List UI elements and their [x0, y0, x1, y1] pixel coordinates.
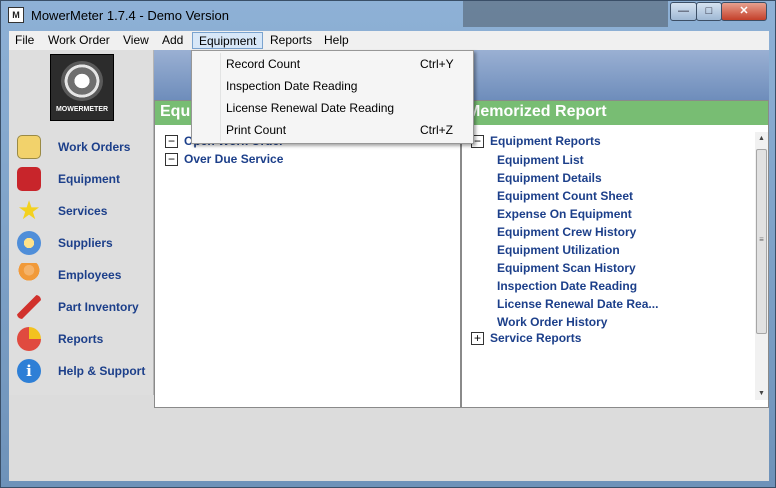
- sidebar-item-help-support[interactable]: i Help & Support: [9, 357, 153, 387]
- report-item[interactable]: Equipment List: [497, 153, 584, 167]
- menu-file[interactable]: File: [9, 32, 40, 49]
- report-item[interactable]: Inspection Date Reading: [497, 279, 637, 293]
- app-icon[interactable]: M: [8, 7, 24, 23]
- report-item[interactable]: Equipment Scan History: [497, 261, 636, 275]
- vertical-scrollbar[interactable]: ▲ ≡ ▼: [755, 132, 768, 400]
- tree-group-service-reports[interactable]: Service Reports: [490, 331, 581, 345]
- sidebar-item-label: Help & Support: [58, 364, 146, 378]
- mowermeter-logo: MOWERMETER: [50, 54, 114, 121]
- menu-item-label: Inspection Date Reading: [226, 79, 358, 93]
- sidebar-item-employees[interactable]: Employees: [9, 261, 153, 291]
- menu-item-shortcut: Ctrl+Z: [420, 123, 453, 137]
- report-item[interactable]: Expense On Equipment: [497, 207, 632, 221]
- menu-item-label: Print Count: [226, 123, 287, 137]
- right-pane-title: Memorized Report: [462, 101, 768, 125]
- toolbox-icon: [17, 167, 41, 191]
- watermark: [463, 1, 668, 27]
- info-icon: i: [17, 359, 41, 383]
- menu-item-record-count[interactable]: Record Count Ctrl+Y: [194, 53, 471, 75]
- people-icon: [17, 263, 41, 287]
- sidebar-item-suppliers[interactable]: Suppliers: [9, 229, 153, 259]
- sidebar-item-reports[interactable]: Reports: [9, 325, 153, 355]
- menu-add[interactable]: Add: [156, 32, 189, 49]
- sidebar-item-part-inventory[interactable]: Part Inventory: [9, 293, 153, 323]
- title-bar[interactable]: M MowerMeter 1.7.4 - Demo Version — □ ✕: [1, 1, 775, 31]
- menu-bar: File Work Order View Add Equipment Repor…: [9, 31, 769, 50]
- menu-item-inspection-date-reading[interactable]: Inspection Date Reading: [194, 75, 471, 97]
- menu-reports[interactable]: Reports: [264, 32, 318, 49]
- report-item[interactable]: Equipment Details: [497, 171, 602, 185]
- wrench-icon: [17, 295, 41, 319]
- report-item[interactable]: Equipment Count Sheet: [497, 189, 633, 203]
- close-button[interactable]: ✕: [721, 2, 767, 21]
- report-item[interactable]: Equipment Crew History: [497, 225, 636, 239]
- menu-item-label: License Renewal Date Reading: [226, 101, 395, 115]
- sidebar-item-label: Part Inventory: [58, 300, 139, 314]
- collapse-toggle[interactable]: −: [165, 153, 178, 166]
- expand-toggle[interactable]: +: [471, 332, 484, 345]
- sidebar: MOWERMETER Work Orders Equipment ★ Servi…: [9, 50, 154, 395]
- pie-chart-icon: [17, 327, 41, 351]
- sidebar-item-services[interactable]: ★ Services: [9, 197, 153, 227]
- left-pane: Equi − Open Work Order − Over Due Servic…: [154, 100, 461, 408]
- clipboard-icon: [17, 135, 41, 159]
- maximize-button[interactable]: □: [696, 2, 722, 21]
- tree-group-equipment-reports[interactable]: Equipment Reports: [490, 134, 601, 148]
- menu-item-shortcut: Ctrl+Y: [420, 57, 454, 71]
- tree-item-over-due-service[interactable]: Over Due Service: [184, 152, 283, 166]
- sidebar-item-label: Reports: [58, 332, 104, 346]
- logo-text: MOWERMETER: [55, 106, 109, 113]
- globe-icon: [17, 231, 41, 255]
- minimize-button[interactable]: —: [670, 2, 697, 21]
- window-title: MowerMeter 1.7.4 - Demo Version: [31, 8, 229, 23]
- app-window: M MowerMeter 1.7.4 - Demo Version — □ ✕ …: [0, 0, 776, 488]
- sidebar-item-label: Services: [58, 204, 108, 218]
- logo-emblem-icon: [61, 61, 103, 101]
- sidebar-item-label: Employees: [58, 268, 122, 282]
- right-pane: Memorized Report − Equipment Reports Equ…: [461, 100, 769, 408]
- menu-item-label: Record Count: [226, 57, 301, 71]
- equipment-menu-dropdown: Record Count Ctrl+Y Inspection Date Read…: [191, 50, 474, 144]
- sidebar-item-label: Equipment: [58, 172, 120, 186]
- menu-help[interactable]: Help: [318, 32, 355, 49]
- report-item[interactable]: Equipment Utilization: [497, 243, 620, 257]
- menu-view[interactable]: View: [117, 32, 155, 49]
- menu-item-print-count[interactable]: Print Count Ctrl+Z: [194, 119, 471, 141]
- report-item[interactable]: Work Order History: [497, 315, 607, 329]
- star-icon: ★: [17, 195, 41, 225]
- menu-item-license-renewal-date-reading[interactable]: License Renewal Date Reading: [194, 97, 471, 119]
- sidebar-item-work-orders[interactable]: Work Orders: [9, 133, 153, 163]
- menu-work-order[interactable]: Work Order: [42, 32, 116, 49]
- sidebar-item-label: Suppliers: [58, 236, 113, 250]
- sidebar-item-equipment[interactable]: Equipment: [9, 165, 153, 195]
- scroll-thumb[interactable]: ≡: [756, 149, 767, 334]
- collapse-toggle[interactable]: −: [165, 135, 178, 148]
- report-item[interactable]: License Renewal Date Rea...: [497, 297, 658, 311]
- menu-equipment[interactable]: Equipment: [192, 32, 264, 49]
- scroll-down-icon[interactable]: ▼: [755, 387, 768, 400]
- scroll-up-icon[interactable]: ▲: [755, 132, 768, 145]
- sidebar-item-label: Work Orders: [58, 140, 131, 154]
